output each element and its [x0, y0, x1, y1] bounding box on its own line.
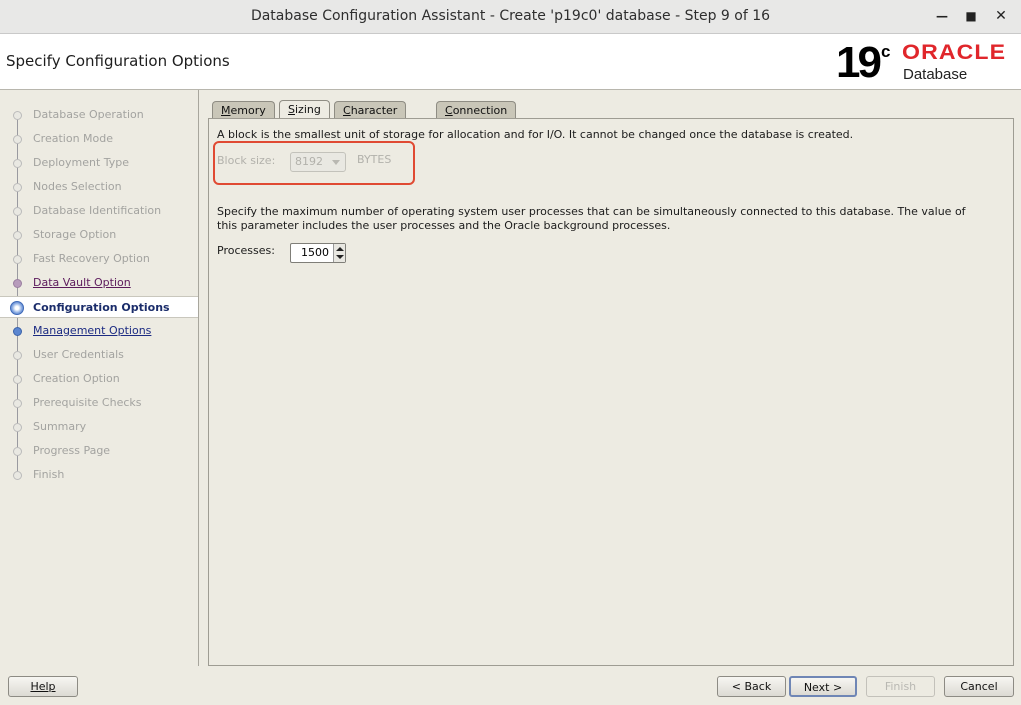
- cancel-button[interactable]: Cancel: [944, 676, 1014, 697]
- tab-connection-mode[interactable]: Connection mode: [436, 101, 517, 134]
- step-indicator-icon: [13, 255, 22, 264]
- step-storage-option: Storage Option: [0, 224, 198, 246]
- finish-button[interactable]: Finish: [866, 676, 935, 697]
- processes-description-1: Specify the maximum number of operating …: [217, 205, 966, 218]
- step-indicator-icon: [13, 159, 22, 168]
- step-management-options[interactable]: Management Options: [0, 320, 198, 342]
- back-button[interactable]: < Back: [717, 676, 786, 697]
- step-indicator-icon: [13, 399, 22, 408]
- oracle-logo: 19 c ORACLE Database: [836, 38, 1007, 87]
- stepper-up-icon[interactable]: [336, 247, 344, 251]
- step-label: Data Vault Option: [33, 276, 131, 289]
- step-indicator-icon: [13, 231, 22, 240]
- tab-character-sets[interactable]: Character sets: [334, 101, 407, 134]
- step-configuration-options[interactable]: Configuration Options: [0, 296, 198, 318]
- step-label: Configuration Options: [33, 301, 170, 314]
- block-size-select[interactable]: 8192: [290, 152, 346, 172]
- step-database-identification: Database Identification: [0, 200, 198, 222]
- step-creation-mode: Creation Mode: [0, 128, 198, 150]
- step-deployment-type: Deployment Type: [0, 152, 198, 174]
- tab-memory[interactable]: Memory: [212, 101, 275, 119]
- step-data-vault-option[interactable]: Data Vault Option: [0, 272, 198, 294]
- chevron-down-icon: [332, 160, 340, 165]
- step-label: Deployment Type: [33, 156, 130, 169]
- step-fast-recovery-option: Fast Recovery Option: [0, 248, 198, 270]
- close-icon[interactable]: ✕: [988, 0, 1014, 33]
- step-label: Prerequisite Checks: [33, 396, 142, 409]
- step-indicator-icon: [13, 471, 22, 480]
- processes-stepper[interactable]: 1500: [290, 243, 346, 263]
- maximize-icon[interactable]: ■: [958, 0, 984, 33]
- window-title: Database Configuration Assistant - Creat…: [250, 8, 771, 24]
- header: Specify Configuration Options 19 c ORACL…: [0, 34, 1021, 90]
- step-label: Creation Mode: [33, 132, 114, 145]
- block-size-label: Block size:: [217, 154, 276, 167]
- step-indicator-icon: [13, 447, 22, 456]
- step-label: Creation Option: [33, 372, 120, 385]
- title-bar: Database Configuration Assistant - Creat…: [0, 0, 1021, 34]
- step-finish: Finish: [0, 464, 198, 486]
- step-indicator-icon: [13, 279, 22, 288]
- step-indicator-icon: [13, 207, 22, 216]
- step-label: Management Options: [33, 324, 152, 337]
- step-progress-page: Progress Page: [0, 440, 198, 462]
- minimize-icon[interactable]: —: [929, 0, 955, 33]
- stepper-down-icon[interactable]: [336, 255, 344, 259]
- step-label: Summary: [33, 420, 87, 433]
- step-summary: Summary: [0, 416, 198, 438]
- help-button[interactable]: Help: [8, 676, 78, 697]
- step-user-credentials: User Credentials: [0, 344, 198, 366]
- processes-description-2: this parameter includes the user process…: [217, 219, 671, 232]
- step-label: Fast Recovery Option: [33, 252, 150, 265]
- step-label: Storage Option: [33, 228, 117, 241]
- step-prerequisite-checks: Prerequisite Checks: [0, 392, 198, 414]
- step-indicator-icon: [13, 327, 22, 336]
- steps-navigator: Database Operation Creation Mode Deploymen…: [0, 90, 199, 666]
- step-label: User Credentials: [33, 348, 124, 361]
- block-size-unit: BYTES: [357, 153, 392, 166]
- step-indicator-icon: [13, 351, 22, 360]
- step-nodes-selection: Nodes Selection: [0, 176, 198, 198]
- processes-label: Processes:: [217, 244, 275, 257]
- sizing-panel: A block is the smallest unit of storage …: [208, 118, 1014, 666]
- block-description: A block is the smallest unit of storage …: [217, 128, 854, 141]
- step-indicator-icon: [13, 183, 22, 192]
- tab-sizing[interactable]: Sizing: [279, 100, 330, 119]
- step-indicator-icon: [13, 111, 22, 120]
- step-label: Database Identification: [33, 204, 162, 217]
- step-label: Database Operation: [33, 108, 144, 121]
- step-indicator-icon: [13, 135, 22, 144]
- step-indicator-icon: [13, 423, 22, 432]
- step-creation-option: Creation Option: [0, 368, 198, 390]
- step-indicator-icon: [10, 301, 24, 315]
- step-label: Progress Page: [33, 444, 111, 457]
- next-button[interactable]: Next >: [789, 676, 857, 697]
- step-label: Finish: [33, 468, 65, 481]
- step-database-operation: Database Operation: [0, 104, 198, 126]
- page-title: Specify Configuration Options: [6, 52, 230, 70]
- step-indicator-icon: [13, 375, 22, 384]
- step-label: Nodes Selection: [33, 180, 122, 193]
